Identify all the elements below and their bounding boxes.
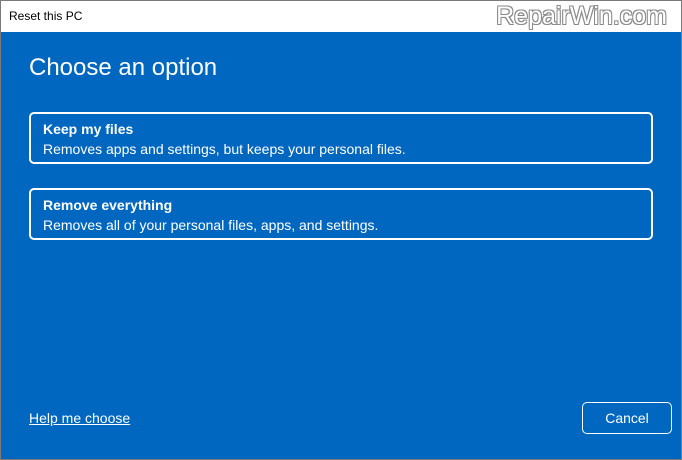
cancel-button[interactable]: Cancel: [582, 402, 672, 434]
option-description: Removes apps and settings, but keeps you…: [43, 141, 406, 157]
watermark: RepairWin.com: [496, 2, 667, 30]
remove-everything-option[interactable]: Remove everything Removes all of your pe…: [29, 188, 653, 240]
option-description: Removes all of your personal files, apps…: [43, 217, 379, 233]
option-title: Remove everything: [43, 197, 173, 213]
title-bar: Reset this PC RepairWin.com: [1, 1, 681, 32]
help-me-choose-link[interactable]: Help me choose: [29, 410, 130, 426]
reset-pc-dialog: Reset this PC RepairWin.com Choose an op…: [0, 0, 682, 460]
dialog-content: Choose an option Keep my files Removes a…: [1, 32, 681, 459]
option-title: Keep my files: [43, 121, 134, 137]
page-title: Choose an option: [29, 54, 218, 81]
keep-my-files-option[interactable]: Keep my files Removes apps and settings,…: [29, 112, 653, 164]
window-title: Reset this PC: [9, 9, 83, 23]
